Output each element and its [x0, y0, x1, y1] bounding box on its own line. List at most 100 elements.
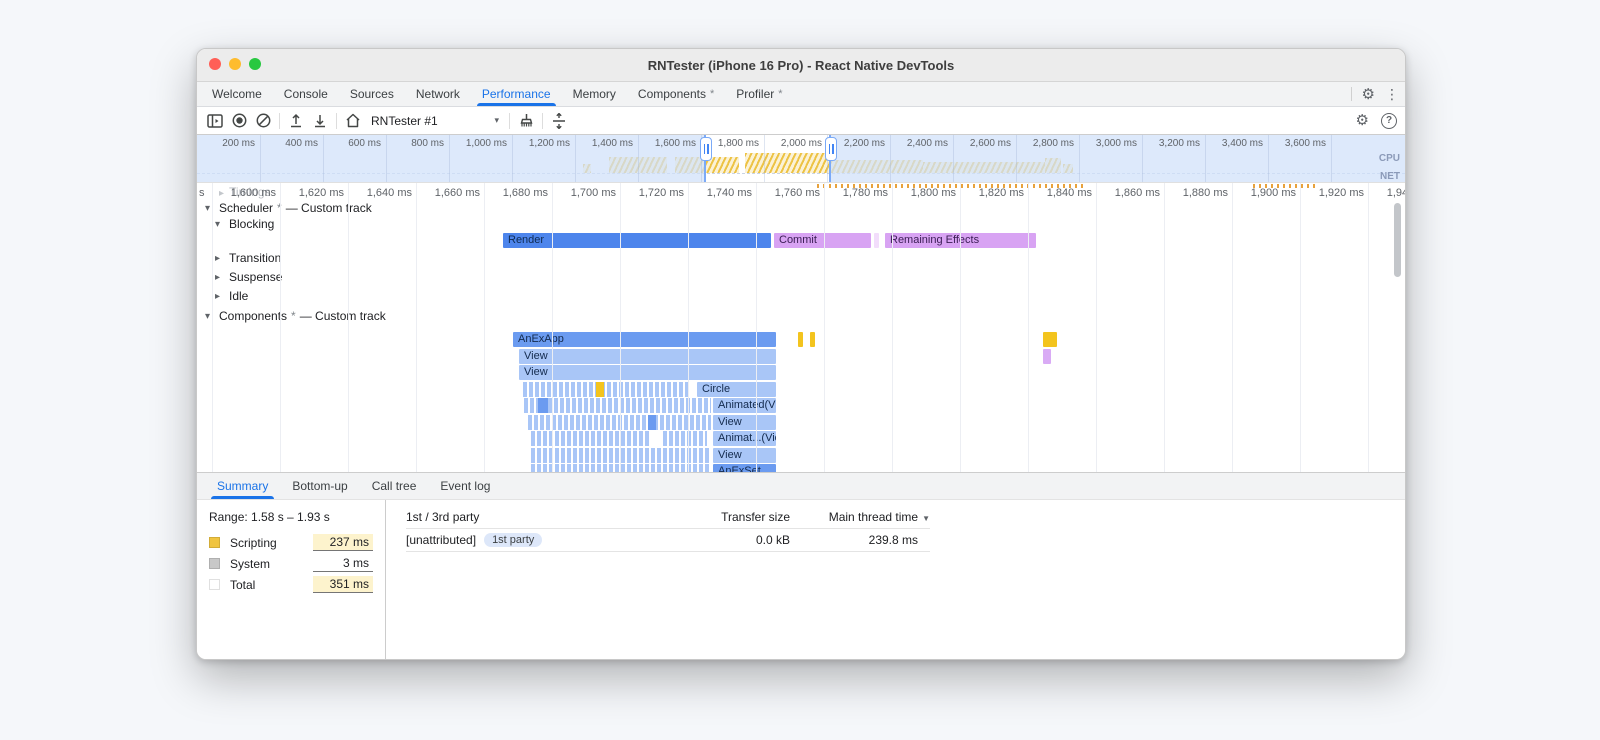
grid-line: [1368, 183, 1369, 472]
bottom-tab-summary[interactable]: Summary: [205, 473, 280, 499]
track-components[interactable]: ▾ Components * — Custom track: [205, 309, 386, 323]
party-name-cell: [unattributed] 1st party: [406, 533, 675, 547]
bottom-tab-bottom-up[interactable]: Bottom-up: [280, 473, 359, 499]
selection-handle-right[interactable]: [825, 137, 837, 161]
timeline-overview[interactable]: 200 ms 400 ms 600 ms 800 ms 1,000 ms 1,200 ms…: [197, 135, 1405, 183]
ruler-tick-label: 1,760 ms: [774, 187, 820, 199]
cpu-lane-label: CPU: [1378, 153, 1400, 164]
flame-mark[interactable]: [1043, 349, 1051, 364]
overview-tick-label: 3,400 ms: [1221, 138, 1263, 149]
target-selector[interactable]: RNTester #1 ▾: [365, 110, 505, 132]
tab-profiler[interactable]: Profiler *: [725, 82, 793, 106]
flame-bar-animated-view-[interactable]: Animated(View): [713, 398, 776, 413]
overview-grid-line: [1016, 135, 1017, 182]
ruler-tick-label: 1,920 ms: [1318, 187, 1364, 199]
grid-line: [280, 183, 281, 472]
zoom-window-button[interactable]: [249, 58, 261, 70]
cpu-activity: [745, 153, 831, 173]
flame-segments[interactable]: [523, 382, 691, 397]
ruler-tick-label: 1,900 ms: [1250, 187, 1296, 199]
table-row[interactable]: [unattributed] 1st party 0.0 kB 239.8 ms: [406, 529, 930, 552]
flame-bar-commit[interactable]: Commit: [774, 233, 871, 248]
record-icon[interactable]: [227, 110, 251, 132]
legend-value: 351 ms: [313, 576, 373, 593]
ruler-tick-label: 1,800 ms: [910, 187, 956, 199]
grid-line: [756, 183, 757, 472]
grid-line: [824, 183, 825, 472]
bottom-tab-event-log[interactable]: Event log: [428, 473, 502, 499]
track-idle[interactable]: ▸ Idle: [215, 289, 248, 303]
ruler-tick-label: 1,620 ms: [298, 187, 344, 199]
tab-network[interactable]: Network: [405, 82, 471, 106]
flame-bar-view[interactable]: View: [519, 349, 776, 364]
save-profile-icon[interactable]: [308, 110, 332, 132]
overview-tick-label: 2,000 ms: [780, 138, 822, 149]
selection-handle-left[interactable]: [700, 137, 712, 161]
tab-sources[interactable]: Sources: [339, 82, 405, 106]
column-header-transfer-size[interactable]: Transfer size: [675, 510, 790, 524]
main-thread-time-cell: 239.8 ms: [868, 533, 918, 547]
flame-mark[interactable]: [810, 332, 815, 347]
flame-bar[interactable]: [874, 233, 879, 248]
legend-row: System 3 ms: [209, 553, 373, 574]
home-icon[interactable]: [341, 110, 365, 132]
flame-segment-highlight[interactable]: [596, 382, 604, 397]
flame-bar-anexset[interactable]: AnExSet: [713, 464, 776, 472]
flame-mark[interactable]: [1043, 332, 1057, 347]
flame-segments[interactable]: [531, 464, 711, 472]
flame-bar-circle[interactable]: Circle: [697, 382, 776, 397]
overview-tick-label: 1,000 ms: [465, 138, 507, 149]
ruler-tick-label: 1,660 ms: [434, 187, 480, 199]
flame-segments[interactable]: [531, 431, 707, 446]
flame-bar-view[interactable]: View: [713, 415, 776, 430]
load-profile-icon[interactable]: [284, 110, 308, 132]
overview-tick-label: 3,600 ms: [1284, 138, 1326, 149]
garbage-collect-icon[interactable]: [514, 110, 538, 132]
overview-tick-label: 1,200 ms: [528, 138, 570, 149]
track-blocking[interactable]: ▾ Blocking: [215, 217, 274, 231]
performance-settings-gear-icon[interactable]: ⚙: [1356, 113, 1369, 128]
devtools-tabbar: Welcome Console Sources Network Performance M…: [197, 82, 1405, 107]
toggle-sidebar-icon[interactable]: [203, 110, 227, 132]
flame-mark[interactable]: [798, 332, 803, 347]
grid-line: [1028, 183, 1029, 472]
minimize-window-button[interactable]: [229, 58, 241, 70]
help-icon[interactable]: ?: [1381, 112, 1397, 129]
track-scheduler[interactable]: ▾Scheduler* — Custom track: [205, 201, 372, 215]
track-transition[interactable]: ▸ Transition: [215, 251, 281, 265]
divider: [336, 112, 337, 129]
column-header-party[interactable]: 1st / 3rd party: [406, 510, 675, 524]
flame-segment-highlight[interactable]: [538, 398, 548, 413]
overview-tick-label: 200 ms: [222, 138, 255, 149]
ruler-tick-label: 1,780 ms: [842, 187, 888, 199]
tab-welcome[interactable]: Welcome: [201, 82, 273, 106]
close-window-button[interactable]: [209, 58, 221, 70]
flame-bar-render[interactable]: Render: [503, 233, 771, 248]
chevron-right-icon: ▸: [215, 290, 221, 302]
vertical-scrollbar[interactable]: [1394, 203, 1401, 277]
flame-chart[interactable]: s ▸Timings ▾Scheduler* — Custom track▾Bl…: [197, 183, 1405, 472]
flame-segment-highlight[interactable]: [648, 415, 656, 430]
summary-left: Range: 1.58 s – 1.93 s Scripting 237 ms Sy…: [197, 500, 386, 659]
window-title: RNTester (iPhone 16 Pro) - React Native …: [647, 57, 955, 73]
flame-bar-animat-view-[interactable]: Animat...(View): [713, 431, 776, 446]
flame-bar-view[interactable]: View: [519, 365, 776, 380]
bottom-tab-call-tree[interactable]: Call tree: [360, 473, 429, 499]
tab-components[interactable]: Components *: [627, 82, 725, 106]
flame-bar-view[interactable]: View: [713, 448, 776, 463]
tab-performance[interactable]: Performance: [471, 82, 562, 106]
ruler-tick-label: 1,940 ms: [1386, 187, 1405, 199]
tab-memory[interactable]: Memory: [562, 82, 627, 106]
tab-console[interactable]: Console: [273, 82, 339, 106]
track-suspense[interactable]: ▸ Suspense: [215, 270, 282, 284]
chevron-right-icon: ▸: [219, 188, 225, 199]
overview-tick-label: 2,400 ms: [906, 138, 948, 149]
ruler-tick-label: 1,640 ms: [366, 187, 412, 199]
clear-icon[interactable]: [251, 110, 275, 132]
overview-tick-label: 2,600 ms: [969, 138, 1011, 149]
collapse-tracks-icon[interactable]: [547, 110, 571, 132]
settings-gear-icon[interactable]: ⚙: [1362, 87, 1375, 102]
flame-segments[interactable]: [531, 448, 711, 463]
more-options-icon[interactable]: ⋮: [1385, 86, 1399, 103]
column-header-main-thread-time[interactable]: Main thread time ▼: [790, 510, 930, 524]
